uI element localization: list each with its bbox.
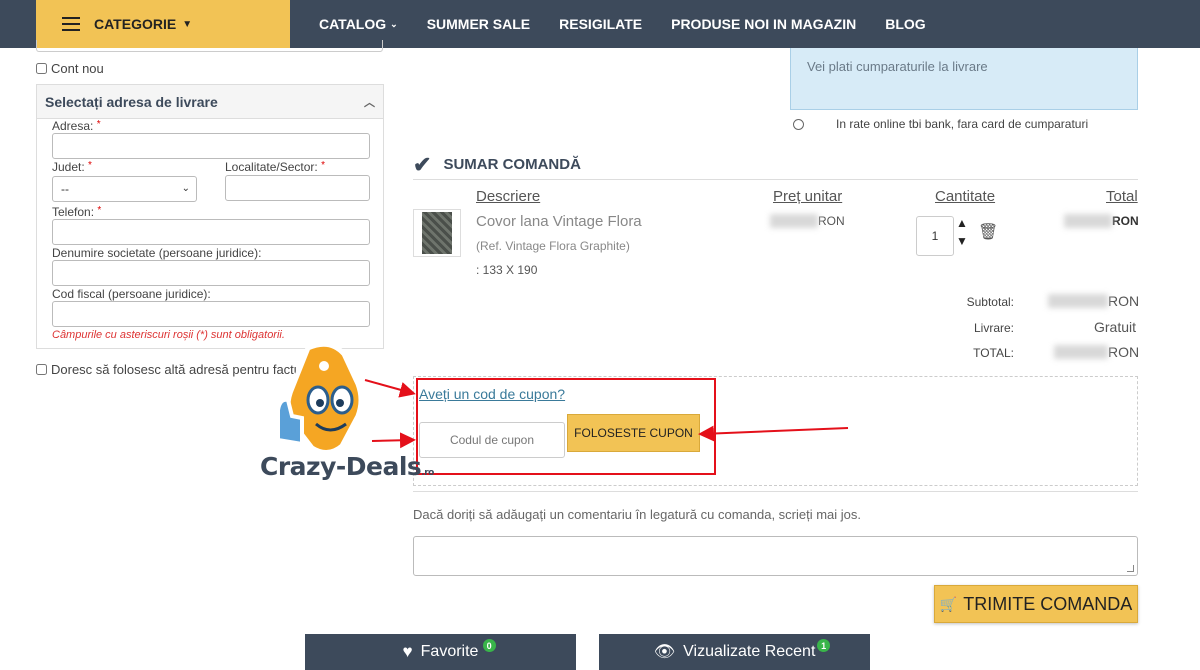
address-label: Adresa: * xyxy=(52,119,101,133)
nav-item-resigilate[interactable]: RESIGILATE xyxy=(559,16,642,32)
previous-input-edge[interactable] xyxy=(36,40,383,52)
nav-item-blog[interactable]: BLOG xyxy=(885,16,925,32)
decrease-arrow-icon[interactable]: ▼ xyxy=(956,232,968,250)
cash-on-delivery-text: Vei plati cumparaturile la livrare xyxy=(807,59,988,74)
favorites-label: Favorite xyxy=(420,643,479,660)
crazy-deals-wordmark: Crazy-Deals.ro xyxy=(260,452,434,481)
product-thumbnail[interactable] xyxy=(413,209,461,257)
increase-arrow-icon[interactable]: ▲ xyxy=(956,214,968,232)
order-summary-title: SUMAR COMANDĂ xyxy=(443,156,581,173)
installments-label: In rate online tbi bank, fara card de cu… xyxy=(836,117,1089,131)
product-name[interactable]: Covor lana Vintage Flora xyxy=(476,213,642,230)
total-value: RON xyxy=(1054,344,1139,360)
order-summary-heading: ✔ SUMAR COMANDĂ xyxy=(413,150,1138,180)
billing-address-checkbox[interactable] xyxy=(36,364,47,375)
header-unit-price: Preț unitar xyxy=(773,188,843,205)
company-label: Denumire societate (persoane juridice): xyxy=(52,246,262,260)
trash-icon[interactable]: 🗑 xyxy=(978,222,998,242)
company-input[interactable] xyxy=(52,260,370,286)
phone-label: Telefon: * xyxy=(52,205,102,219)
favorites-button[interactable]: ♥ Favorite 0 xyxy=(305,634,576,670)
recently-viewed-count-badge: 1 xyxy=(817,639,831,652)
annotation-highlight-box xyxy=(416,378,716,475)
line-total-blurred xyxy=(1064,214,1112,228)
fiscal-code-label: Cod fiscal (persoane juridice): xyxy=(52,287,211,301)
total-label: TOTAL: xyxy=(973,346,1014,360)
subtotal-value: RON xyxy=(1048,293,1139,309)
delivery-address-header[interactable]: Selectați adresa de livrare ︿ xyxy=(37,85,383,119)
new-account-checkbox[interactable] xyxy=(36,63,47,74)
chevron-up-icon[interactable]: ︿ xyxy=(364,94,375,110)
recently-viewed-label: Vizualizate Recent xyxy=(683,643,816,660)
comment-label: Dacă doriți să adăugați un comentariu în… xyxy=(413,507,862,522)
new-account-checkbox-row[interactable]: Cont nou xyxy=(36,61,104,76)
product-size: : 133 X 190 xyxy=(476,263,538,277)
categories-label: CATEGORIE xyxy=(94,16,177,32)
header-description: Descriere xyxy=(476,188,541,205)
required-fields-note: Câmpurile cu asteriscuri roșii (*) sunt … xyxy=(52,329,285,341)
quantity-stepper[interactable]: ▲ ▼ xyxy=(956,214,968,250)
unit-price-blurred xyxy=(770,214,818,228)
new-account-label: Cont nou xyxy=(51,61,104,76)
hamburger-icon xyxy=(62,17,80,31)
nav-item-produse-noi[interactable]: PRODUSE NOI IN MAGAZIN xyxy=(671,16,856,32)
county-select[interactable]: -- ⌄ xyxy=(52,176,197,202)
nav-item-summer-sale[interactable]: SUMMER SALE xyxy=(427,16,530,32)
phone-input[interactable] xyxy=(52,219,370,245)
installments-option[interactable]: In rate online tbi bank, fara card de cu… xyxy=(793,117,1088,131)
eye-icon: 👁 xyxy=(653,642,676,661)
main-nav: CATALOG ⌄ SUMMER SALE RESIGILATE PRODUSE … xyxy=(319,0,955,48)
subtotal-label: Subtotal: xyxy=(966,295,1014,309)
line-total: RON xyxy=(1064,214,1139,228)
quantity-input[interactable]: 1 xyxy=(916,216,954,256)
favorites-count-badge: 0 xyxy=(482,639,496,652)
nav-item-catalog[interactable]: CATALOG ⌄ xyxy=(319,16,398,32)
delivery-address-panel: Selectați adresa de livrare ︿ Adresa: * … xyxy=(36,84,384,349)
delivery-address-title: Selectați adresa de livrare xyxy=(45,93,218,110)
header-quantity: Cantitate xyxy=(935,188,996,205)
city-label: Localitate/Sector: * xyxy=(225,160,325,174)
delivery-value: Gratuit xyxy=(1094,319,1137,335)
cash-on-delivery-info: Vei plati cumparaturile la livrare xyxy=(790,48,1138,110)
cart-icon: 🛒 xyxy=(939,595,958,612)
fiscal-code-input[interactable] xyxy=(52,301,370,327)
section-divider xyxy=(413,491,1138,492)
unit-price: RON xyxy=(770,214,845,228)
checkmark-icon: ✔ xyxy=(413,151,432,177)
chevron-down-icon: ⌄ xyxy=(181,183,190,194)
header-total: Total xyxy=(1106,188,1138,205)
product-ref: (Ref. Vintage Flora Graphite) xyxy=(476,239,630,253)
submit-order-label: TRIMITE COMANDA xyxy=(963,593,1133,614)
submit-order-button[interactable]: 🛒 TRIMITE COMANDA xyxy=(934,585,1138,623)
delivery-label: Livrare: xyxy=(973,321,1014,335)
address-input[interactable] xyxy=(52,133,370,159)
county-label: Judet: * xyxy=(52,160,92,174)
resize-grip-icon[interactable] xyxy=(1127,565,1134,572)
caret-down-icon: ▼ xyxy=(182,18,193,30)
comment-textarea[interactable] xyxy=(413,536,1138,576)
chevron-down-icon: ⌄ xyxy=(390,18,398,29)
heart-icon: ♥ xyxy=(402,642,413,661)
recently-viewed-button[interactable]: 👁 Vizualizate Recent 1 xyxy=(599,634,870,670)
installments-radio[interactable] xyxy=(793,118,804,130)
city-input[interactable] xyxy=(225,175,370,201)
